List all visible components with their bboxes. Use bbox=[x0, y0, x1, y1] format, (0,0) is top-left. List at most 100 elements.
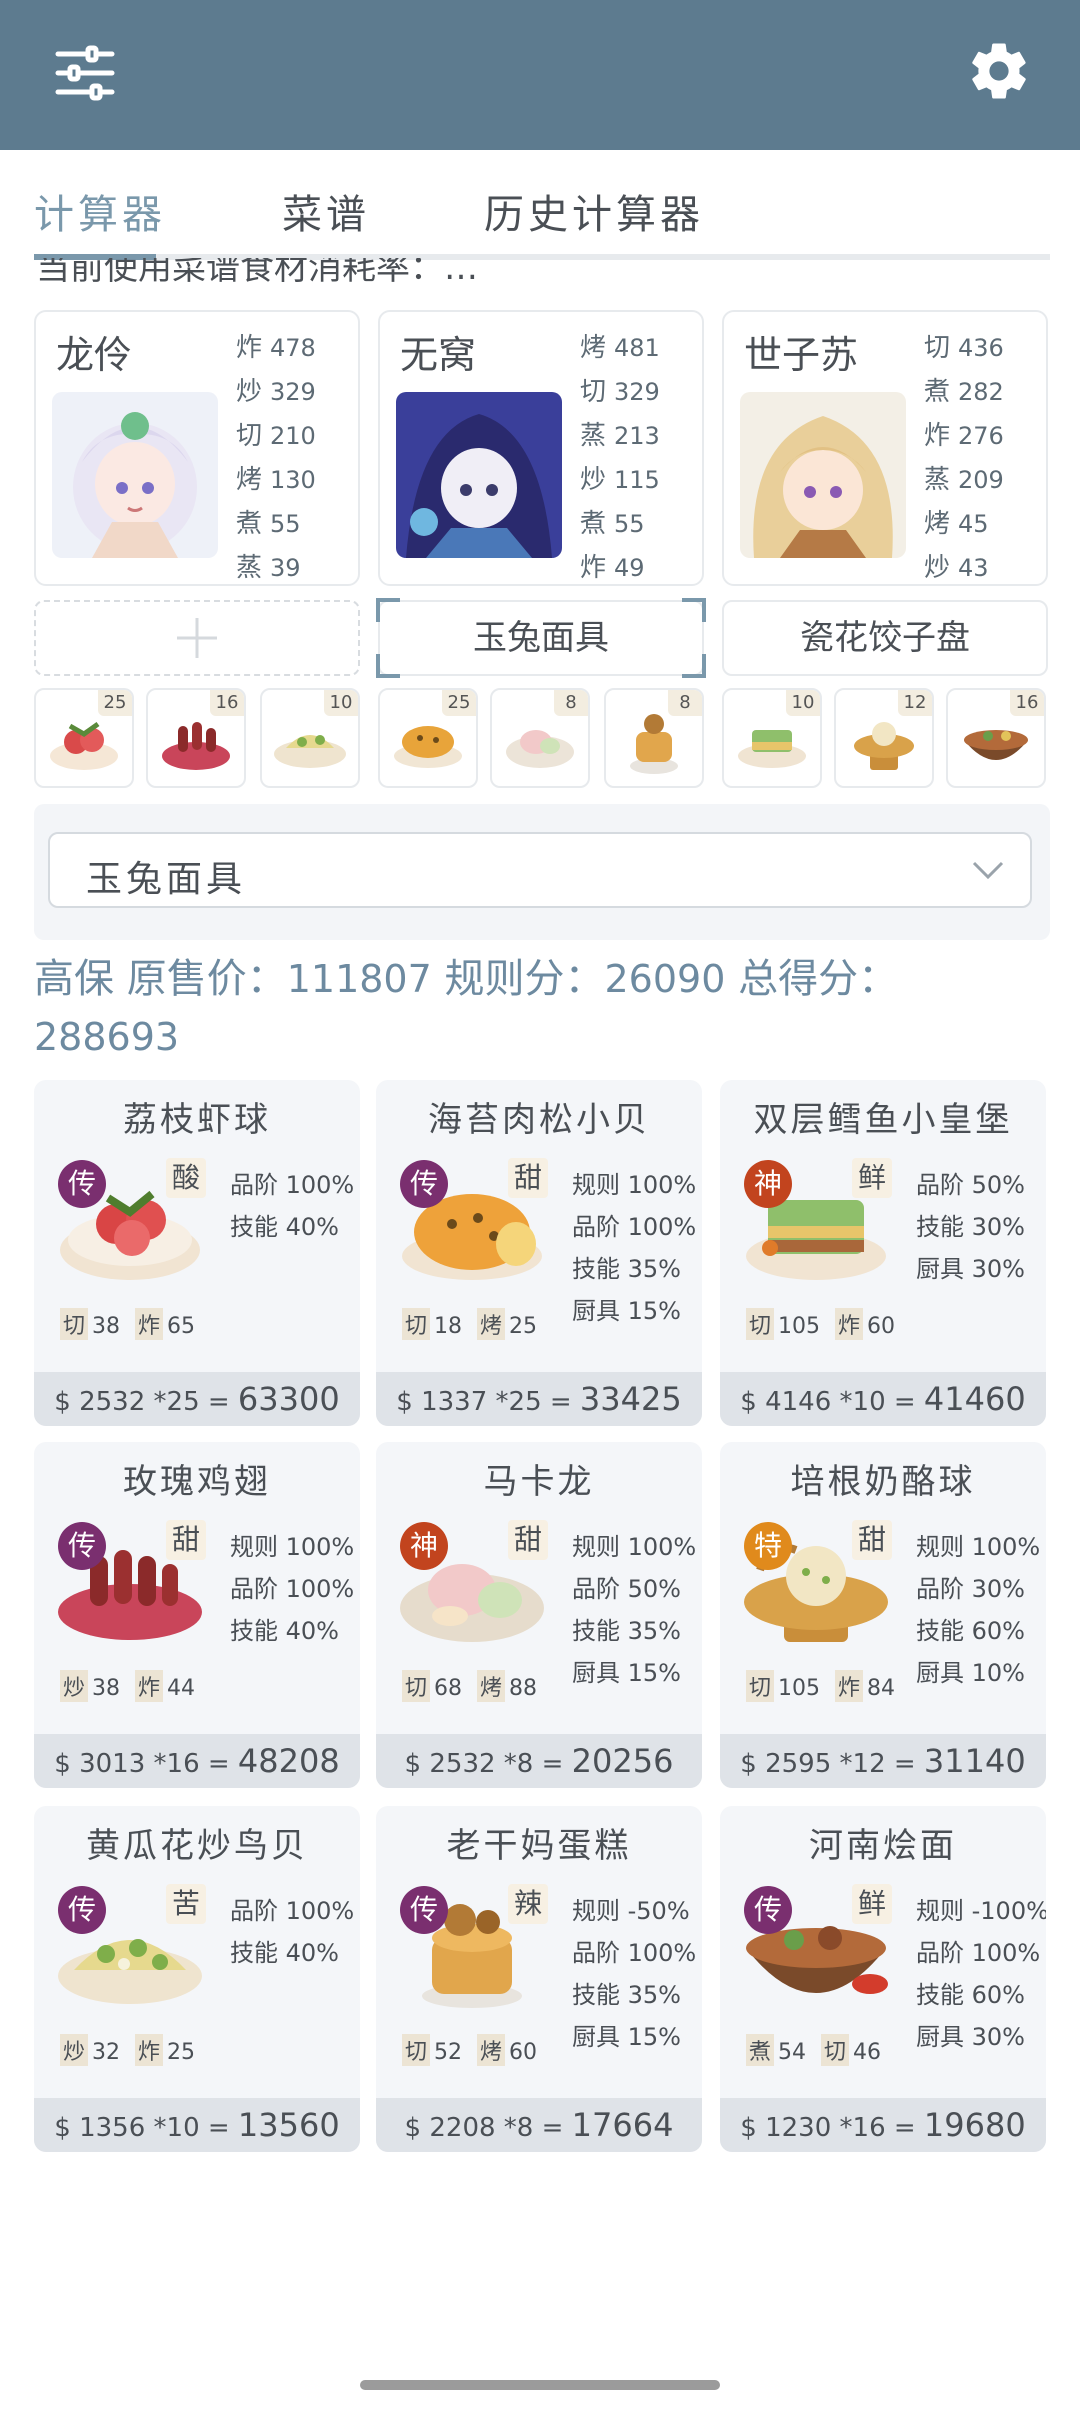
rule-score-value: 26090 bbox=[604, 957, 726, 1001]
equipment-name: 瓷花饺子盘 bbox=[800, 618, 970, 658]
bonus-item: 厨具 10% bbox=[916, 1659, 1025, 1687]
chef-stat: 蒸 39 bbox=[236, 553, 301, 583]
skill-requirements: 煮 54 切 46 bbox=[746, 2034, 889, 2066]
dish-thumb[interactable]: 25 bbox=[34, 688, 134, 788]
dish-card[interactable]: 荔枝虾球 传 酸 品阶 100% 技能 40% 切 38 炸 65 $ 2532 *… bbox=[34, 1080, 360, 1426]
sliders-icon[interactable] bbox=[54, 42, 116, 104]
tab-calculator[interactable]: 计算器 bbox=[34, 182, 166, 240]
flavor-tag: 酸 bbox=[166, 1158, 206, 1198]
price-bar: $ 4146 *10 = 41460 bbox=[720, 1372, 1046, 1426]
dish-name: 老干妈蛋糕 bbox=[446, 1826, 632, 1866]
dish-card[interactable]: 双层鳕鱼小皇堡 神 鲜 品阶 50% 技能 30% 厨具 30% 切 105 炸6… bbox=[720, 1080, 1046, 1426]
dish-count: 16 bbox=[1010, 690, 1044, 716]
gear-icon[interactable] bbox=[966, 38, 1032, 104]
skill-requirements: 切 52 烤 60 bbox=[402, 2034, 545, 2066]
dish-thumb[interactable]: 10 bbox=[260, 688, 360, 788]
dish-card[interactable]: 老干妈蛋糕 传 辣 规则 -50% 品阶 100% 技能 35% 厨具 15% … bbox=[376, 1806, 702, 2152]
dish-name: 双层鳕鱼小皇堡 bbox=[753, 1100, 1013, 1140]
dish-card[interactable]: 玫瑰鸡翅 传 甜 规则 100% 品阶 100% 技能 40% 炒 38 炸 44 … bbox=[34, 1442, 360, 1788]
price-bar: $ 1356 *10 = 13560 bbox=[34, 2098, 360, 2152]
dish-card[interactable]: 黄瓜花炒鸟贝 传 苦 品阶 100% 技能 40% 炒 32 炸 25 $ 1356… bbox=[34, 1806, 360, 2152]
home-indicator[interactable] bbox=[360, 2380, 720, 2390]
rarity-badge: 传 bbox=[58, 1886, 106, 1934]
dish-count: 25 bbox=[442, 690, 476, 716]
bonus-item: 技能 60% bbox=[916, 1617, 1025, 1645]
bonus-list: 品阶 50% 技能 30% 厨具 30% bbox=[916, 1164, 1046, 1290]
price-total: 63300 bbox=[237, 1380, 340, 1418]
dish-thumb[interactable]: 12 bbox=[834, 688, 934, 788]
bonus-item: 规则 -50% bbox=[572, 1897, 690, 1925]
chef-stat: 炸 276 bbox=[924, 421, 1004, 451]
dish-name: 玫瑰鸡翅 bbox=[123, 1462, 271, 1502]
chef-stat: 烤 45 bbox=[924, 509, 989, 539]
dish-card[interactable]: 海苔肉松小贝 传 甜 规则 100% 品阶 100% 技能 35% 厨具 15%… bbox=[376, 1080, 702, 1426]
flavor-tag: 甜 bbox=[852, 1520, 892, 1560]
add-equipment-slot[interactable] bbox=[34, 600, 360, 676]
chef-stat: 切 329 bbox=[580, 377, 660, 407]
price-formula: $ 1337 *25 = bbox=[396, 1387, 580, 1417]
dish-count: 8 bbox=[668, 690, 702, 716]
bonus-item: 技能 30% bbox=[916, 1213, 1025, 1241]
equipment-dropdown[interactable]: 玉兔面具 bbox=[48, 832, 1032, 908]
rarity-badge: 传 bbox=[400, 1886, 448, 1934]
chef-name: 世子苏 bbox=[744, 333, 859, 377]
price-total: 17664 bbox=[571, 2106, 674, 2144]
chef-card[interactable]: 龙伶 炸 478 炒 329 切 210 烤 130 煮 55 蒸 39 bbox=[34, 310, 360, 586]
dish-name: 海苔肉松小贝 bbox=[428, 1100, 650, 1140]
rarity-badge: 神 bbox=[400, 1522, 448, 1570]
bonus-list: 规则 100% 品阶 30% 技能 60% 厨具 10% bbox=[916, 1526, 1046, 1694]
dish-thumb[interactable]: 16 bbox=[146, 688, 246, 788]
bonus-list: 品阶 100% 技能 40% bbox=[230, 1164, 360, 1248]
price-formula: $ 1356 *10 = bbox=[54, 2113, 238, 2143]
dish-card[interactable]: 培根奶酪球 特 甜 规则 100% 品阶 30% 技能 60% 厨具 10% 切… bbox=[720, 1442, 1046, 1788]
chef-portrait bbox=[396, 392, 562, 558]
chef-stat: 蒸 213 bbox=[580, 421, 660, 451]
dish-card[interactable]: 马卡龙 神 甜 规则 100% 品阶 50% 技能 35% 厨具 15% 切 68… bbox=[376, 1442, 702, 1788]
skill-req: 炒 38 bbox=[60, 1670, 120, 1702]
bonus-list: 规则 -100% 品阶 100% 技能 60% 厨具 30% bbox=[916, 1890, 1046, 2058]
app-header bbox=[0, 0, 1080, 150]
dish-thumb[interactable]: 8 bbox=[490, 688, 590, 788]
skill-req: 烤 25 bbox=[477, 1308, 537, 1340]
skill-req: 炸 60 bbox=[835, 1308, 895, 1340]
chef-portrait bbox=[52, 392, 218, 558]
price-bar: $ 2532 *25 = 63300 bbox=[34, 1372, 360, 1426]
dish-thumb[interactable]: 25 bbox=[378, 688, 478, 788]
bonus-item: 品阶 100% bbox=[916, 1939, 1041, 1967]
chef-name: 龙伶 bbox=[56, 333, 133, 377]
dish-card[interactable]: 河南烩面 传 鲜 规则 -100% 品阶 100% 技能 60% 厨具 30% … bbox=[720, 1806, 1046, 2152]
chef-card[interactable]: 无窝 烤 481 切 329 蒸 213 炒 115 煮 55 炸 49 bbox=[378, 310, 704, 586]
bonus-item: 厨具 15% bbox=[572, 1297, 681, 1325]
chef-card[interactable]: 世子苏 切 436 煮 282 炸 276 蒸 209 烤 45 炒 43 bbox=[722, 310, 1048, 586]
equipment-slot-selected[interactable]: 玉兔面具 bbox=[376, 598, 706, 678]
price-formula: $ 1230 *16 = bbox=[740, 2113, 924, 2143]
tab-recipes[interactable]: 菜谱 bbox=[282, 182, 370, 240]
chef-stat: 炒 43 bbox=[924, 553, 989, 583]
skill-req: 切 38 bbox=[60, 1308, 120, 1340]
dish-thumb[interactable]: 16 bbox=[946, 688, 1046, 788]
bonus-item: 技能 40% bbox=[230, 1213, 339, 1241]
bonus-item: 规则 100% bbox=[230, 1533, 355, 1561]
dish-thumb[interactable]: 8 bbox=[604, 688, 704, 788]
skill-requirements: 炒 38 炸 44 bbox=[60, 1670, 203, 1702]
tab-history-calculator[interactable]: 历史计算器 bbox=[484, 182, 704, 240]
skill-requirements: 切 105 炸 60 bbox=[746, 1308, 903, 1340]
bonus-item: 技能 40% bbox=[230, 1617, 339, 1645]
price-total: 41460 bbox=[923, 1380, 1026, 1418]
selection-corner bbox=[376, 598, 400, 622]
bonus-item: 厨具 15% bbox=[572, 1659, 681, 1687]
skill-req: 烤 88 bbox=[477, 1670, 537, 1702]
price-total: 31140 bbox=[923, 1742, 1026, 1780]
skill-req: 切 46 bbox=[821, 2034, 881, 2066]
bonus-item: 技能 35% bbox=[572, 1617, 681, 1645]
equipment-slot[interactable]: 瓷花饺子盘 bbox=[722, 600, 1048, 676]
scrolled-hint-text: 当前使用菜谱食材消耗率：… bbox=[36, 258, 478, 284]
price-formula: $ 2532 *8 = bbox=[404, 1749, 572, 1779]
skill-req: 切 105 bbox=[746, 1670, 820, 1702]
bonus-item: 品阶 50% bbox=[916, 1171, 1025, 1199]
dish-thumb[interactable]: 10 bbox=[722, 688, 822, 788]
chevron-down-icon bbox=[972, 861, 1004, 880]
price-bar: $ 1230 *16 = 19680 bbox=[720, 2098, 1046, 2152]
dish-name: 马卡龙 bbox=[483, 1462, 595, 1502]
dish-name: 黄瓜花炒鸟贝 bbox=[86, 1826, 308, 1866]
